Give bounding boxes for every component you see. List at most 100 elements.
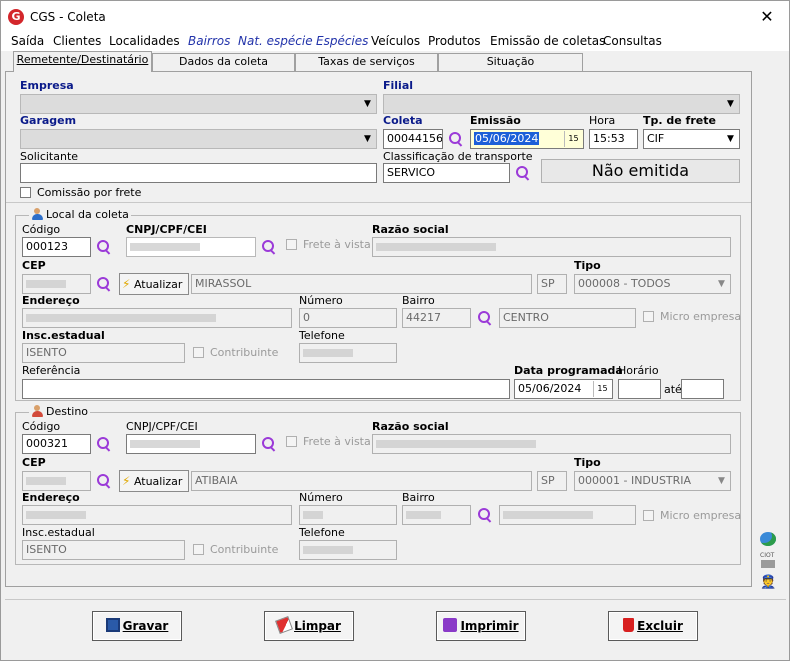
bairro-name-input[interactable]: CENTRO — [499, 308, 636, 328]
search-icon[interactable] — [96, 239, 112, 255]
tp-frete-select[interactable]: CIF ▼ — [643, 129, 740, 149]
search-icon[interactable] — [448, 131, 464, 147]
tipo-select[interactable]: 000001 - INDUSTRIA ▼ — [574, 471, 731, 491]
hora-input[interactable]: 15:53 — [589, 129, 638, 149]
endereco-input[interactable] — [22, 308, 292, 328]
tab-remetente-destinatario[interactable]: Remetente/Destinatário — [13, 51, 152, 72]
menu-produtos[interactable]: Produtos — [428, 34, 481, 48]
menu-saida[interactable]: Saída — [11, 34, 44, 48]
menu-veiculos[interactable]: Veículos — [371, 34, 420, 48]
menu-nat-especie[interactable]: Nat. espécie — [238, 34, 313, 48]
driver-icon[interactable]: 👮 — [760, 576, 776, 590]
redacted — [376, 440, 536, 448]
excluir-button[interactable]: Excluir — [608, 611, 698, 641]
search-icon[interactable] — [96, 436, 112, 452]
solicitante-input[interactable] — [20, 163, 377, 183]
bairro-code-input[interactable] — [402, 505, 471, 525]
codigo-input[interactable]: 000321 — [22, 434, 91, 454]
close-button[interactable]: ✕ — [753, 5, 781, 29]
search-icon[interactable] — [261, 239, 277, 255]
telefone-label: Telefone — [299, 329, 345, 342]
numero-input[interactable] — [299, 505, 397, 525]
chevron-down-icon: ▼ — [718, 279, 725, 289]
endereco-input[interactable] — [22, 505, 292, 525]
atualizar-label: Atualizar — [133, 278, 183, 291]
cnpj-input[interactable] — [126, 237, 256, 257]
menu-emissao-coletas[interactable]: Emissão de coletas — [490, 34, 605, 48]
menu-bairros[interactable]: Bairros — [188, 34, 230, 48]
micro-empresa-checkbox[interactable] — [643, 510, 654, 521]
razao-social-input[interactable] — [372, 434, 731, 454]
frete-vista-checkbox[interactable] — [286, 239, 297, 250]
limpar-button[interactable]: Limpar — [264, 611, 354, 641]
tipo-label: Tipo — [574, 456, 601, 469]
tipo-select[interactable]: 000008 - TODOS ▼ — [574, 274, 731, 294]
search-icon[interactable] — [96, 276, 112, 292]
uf-input[interactable]: SP — [537, 274, 567, 294]
menu-consultas[interactable]: Consultas — [603, 34, 662, 48]
insc-estadual-input[interactable]: ISENTO — [22, 540, 185, 560]
search-icon[interactable] — [477, 507, 493, 523]
data-programada-label: Data programada — [514, 364, 623, 377]
insc-estadual-input[interactable]: ISENTO — [22, 343, 185, 363]
comissao-checkbox[interactable] — [20, 187, 31, 198]
uf-input[interactable]: SP — [537, 471, 567, 491]
lightning-icon: ⚡ — [122, 277, 131, 291]
filial-label: Filial — [383, 79, 414, 92]
destino-title-text: Destino — [46, 405, 89, 418]
filial-select[interactable]: ▼ — [383, 94, 740, 114]
search-icon[interactable] — [515, 165, 531, 181]
menu-especies[interactable]: Espécies — [316, 34, 368, 48]
tab-taxas-servicos[interactable]: Taxas de serviços — [295, 53, 438, 71]
bairro-code-input[interactable]: 44217 — [402, 308, 471, 328]
atualizar-button[interactable]: ⚡ Atualizar — [119, 470, 189, 492]
classificacao-input[interactable]: SERVICO — [383, 163, 510, 183]
data-programada-input[interactable]: 05/06/2024 15 — [514, 379, 613, 399]
tab-dados-coleta[interactable]: Dados da coleta — [152, 53, 295, 71]
cep-label: CEP — [22, 456, 46, 469]
contribuinte-checkbox[interactable] — [193, 544, 204, 555]
garagem-select[interactable]: ▼ — [20, 129, 377, 149]
frete-vista-checkbox[interactable] — [286, 436, 297, 447]
cnpj-input[interactable] — [126, 434, 256, 454]
razao-social-input[interactable] — [372, 237, 731, 257]
bairro-name-input[interactable] — [499, 505, 636, 525]
cidade-input[interactable]: MIRASSOL — [191, 274, 532, 294]
cep-input[interactable] — [22, 274, 91, 294]
razao-social-label: Razão social — [372, 420, 449, 433]
codigo-label: Código — [22, 420, 61, 433]
gravar-button[interactable]: Gravar — [92, 611, 182, 641]
numero-input[interactable]: 0 — [299, 308, 397, 328]
redacted — [26, 314, 216, 322]
cidade-input[interactable]: ATIBAIA — [191, 471, 532, 491]
telefone-input[interactable] — [299, 540, 397, 560]
classificacao-label: Classificação de transporte — [383, 150, 533, 163]
search-icon[interactable] — [261, 436, 277, 452]
ciot-icon[interactable] — [761, 560, 775, 568]
atualizar-button[interactable]: ⚡ Atualizar — [119, 273, 189, 295]
chevron-down-icon: ▼ — [364, 99, 371, 109]
horario-inicio-input[interactable] — [618, 379, 661, 399]
hora-label: Hora — [589, 114, 616, 127]
menu-clientes[interactable]: Clientes — [53, 34, 101, 48]
imprimir-button[interactable]: Imprimir — [436, 611, 526, 641]
search-icon[interactable] — [96, 473, 112, 489]
contribuinte-checkbox[interactable] — [193, 347, 204, 358]
codigo-input[interactable]: 000123 — [22, 237, 91, 257]
calendar-icon[interactable]: 15 — [564, 131, 582, 147]
globe-icon[interactable] — [760, 532, 776, 546]
numero-label: Número — [299, 294, 343, 307]
emissao-date-input[interactable]: 05/06/2024 15 — [470, 129, 584, 149]
bairro-label: Bairro — [402, 294, 435, 307]
tab-situacao[interactable]: Situação — [438, 53, 583, 71]
calendar-icon[interactable]: 15 — [593, 381, 611, 397]
telefone-input[interactable] — [299, 343, 397, 363]
coleta-input[interactable]: 000441567 — [383, 129, 443, 149]
micro-empresa-checkbox[interactable] — [643, 311, 654, 322]
empresa-select[interactable]: ▼ — [20, 94, 377, 114]
cep-input[interactable] — [22, 471, 91, 491]
referencia-input[interactable] — [22, 379, 510, 399]
horario-fim-input[interactable] — [681, 379, 724, 399]
search-icon[interactable] — [477, 310, 493, 326]
menu-localidades[interactable]: Localidades — [109, 34, 180, 48]
